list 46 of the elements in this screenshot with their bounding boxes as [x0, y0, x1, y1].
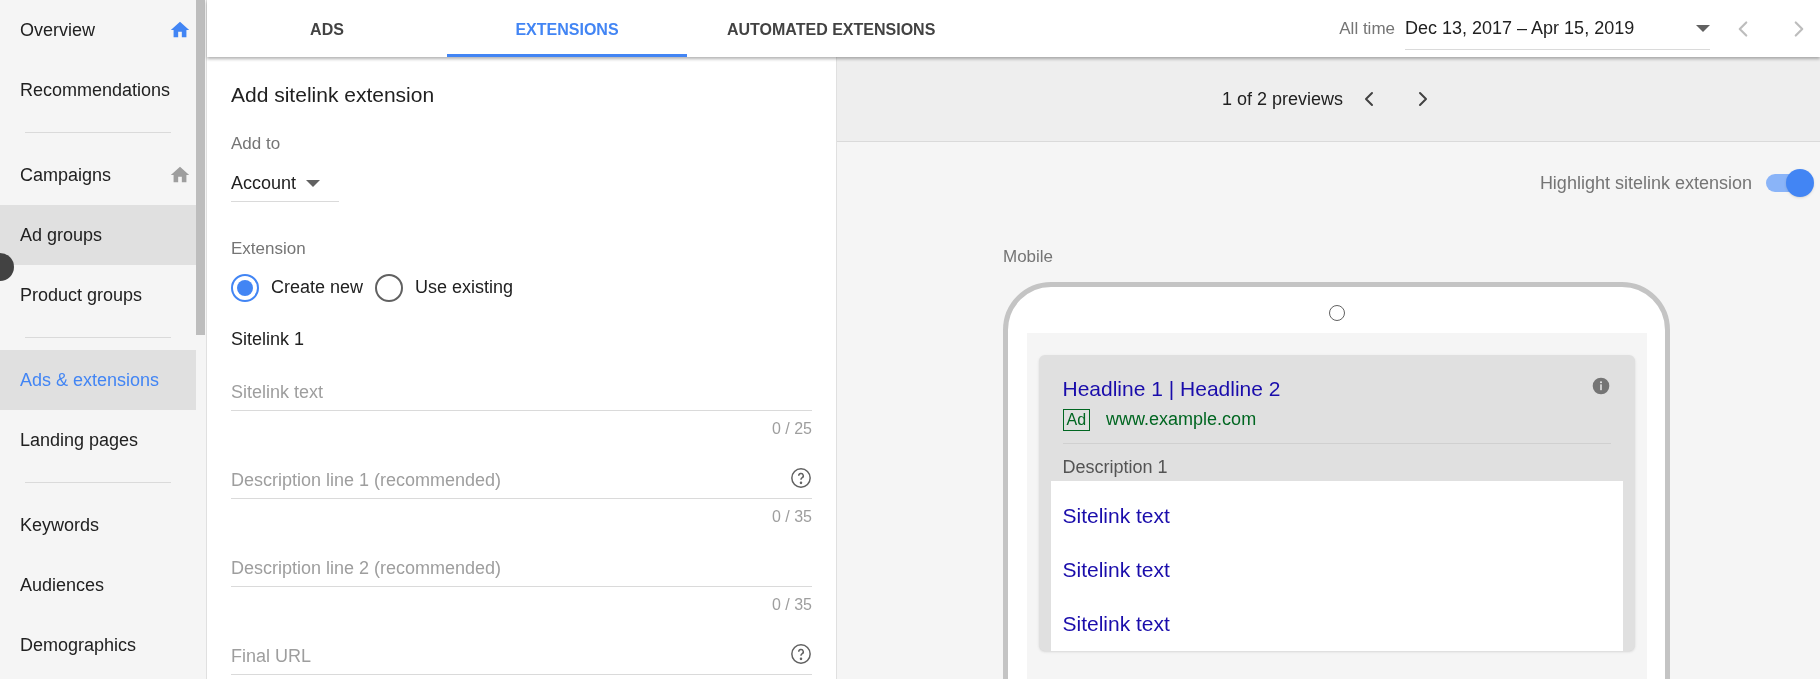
sitelink[interactable]: Sitelink text — [1050, 597, 1623, 651]
text-field[interactable]: Sitelink text — [231, 366, 812, 411]
radio-label: Use existing — [415, 276, 514, 299]
text-field[interactable]: Description line 2 (recommended) — [231, 542, 812, 587]
radio-button[interactable] — [231, 273, 259, 302]
text-field[interactable]: Final URL — [231, 630, 812, 675]
character-counter: 0 / 35 — [771, 506, 812, 527]
info-icon[interactable] — [1590, 375, 1611, 396]
caret-icon — [306, 180, 321, 187]
sidebar-item[interactable]: Ad groups — [0, 205, 196, 265]
radio-button[interactable] — [375, 273, 404, 302]
character-counter: 0 / 25 — [771, 418, 812, 439]
sidebar-item[interactable]: Overview — [0, 0, 196, 60]
sitelink[interactable]: Sitelink text — [1050, 543, 1623, 597]
tab[interactable]: ADS — [207, 0, 447, 57]
caret-icon — [1696, 24, 1710, 32]
highlight-label: Highlight sitelink extension — [1539, 171, 1752, 195]
tab[interactable]: EXTENSIONS — [447, 0, 687, 57]
help-icon[interactable] — [790, 642, 812, 665]
add-to-label: Add to — [231, 132, 282, 155]
sidebar-item[interactable]: Campaigns — [0, 145, 196, 205]
sidebar-item[interactable]: Landing pages — [0, 410, 196, 470]
extension-label: Extension — [231, 238, 307, 260]
ad-headline[interactable]: Headline 1 | Headline 2 — [1062, 372, 1281, 404]
add-to-dropdown[interactable]: Account — [231, 166, 339, 202]
date-range-label: All time — [1339, 17, 1395, 40]
sidebar-item[interactable]: Product groups — [0, 265, 196, 325]
highlight-toggle[interactable] — [1764, 168, 1814, 198]
sidebar-item[interactable]: Recommendations — [0, 60, 196, 120]
date-range-dropdown[interactable]: Dec 13, 2017 – Apr 15, 2019 — [1405, 7, 1710, 50]
help-icon[interactable] — [790, 466, 812, 489]
form-title: Add sitelink extension — [231, 82, 436, 108]
tab[interactable]: AUTOMATED EXTENSIONS — [687, 0, 976, 57]
sidebar-item[interactable]: Demographics — [0, 615, 196, 675]
section-title: Sitelink 1 — [231, 327, 306, 351]
sidebar-item[interactable]: Audiences — [0, 555, 196, 615]
ad-badge: Ad — [1062, 408, 1091, 431]
sitelink[interactable]: Sitelink text — [1050, 489, 1623, 543]
text-field[interactable]: Description line 1 (recommended) — [231, 454, 812, 499]
device-label: Mobile — [1003, 246, 1055, 268]
character-counter: 0 / 35 — [771, 594, 812, 615]
radio-label: Create new — [271, 276, 364, 299]
ad-url: www.example.com — [1106, 408, 1257, 431]
sidebar-item[interactable]: Keywords — [0, 495, 196, 555]
preview-pager-bar: 1 of 2 previews — [837, 57, 1820, 142]
ad-description: Description 1 — [1062, 456, 1169, 479]
